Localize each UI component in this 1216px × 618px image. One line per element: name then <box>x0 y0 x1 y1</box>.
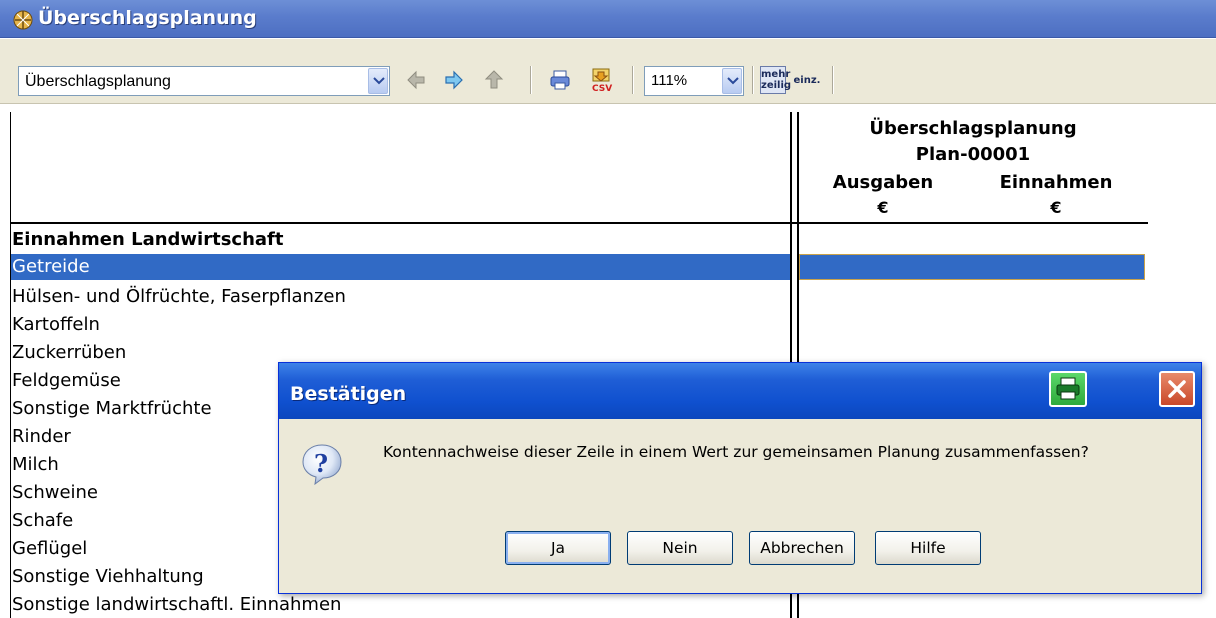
table-row[interactable]: Schweine <box>12 479 98 507</box>
chevron-down-icon <box>373 77 385 85</box>
section-heading: Einnahmen Landwirtschaft <box>12 229 284 250</box>
single-line-toggle-button[interactable]: einz. <box>790 66 824 94</box>
view-select-dropdown-button[interactable] <box>368 68 388 94</box>
toolbar-strip <box>0 39 1216 58</box>
currency-expenses: € <box>877 198 889 217</box>
help-button-label: Hilfe <box>910 539 946 557</box>
table-row[interactable]: Sonstige Marktfrüchte <box>12 395 212 423</box>
zoom-dropdown-button[interactable] <box>722 68 742 94</box>
back-arrow-icon[interactable] <box>404 68 428 92</box>
table-row[interactable]: Sonstige landwirtschaftl. Einnahmen <box>12 591 341 618</box>
no-button-label: Nein <box>662 539 698 557</box>
report-left-border <box>10 112 11 618</box>
svg-text:?: ? <box>314 449 328 478</box>
selected-row-values-highlight <box>799 254 1145 280</box>
yes-button[interactable]: Ja <box>505 531 611 565</box>
dialog-message: Kontennachweise dieser Zeile in einem We… <box>383 443 1089 461</box>
dialog-title: Bestätigen <box>290 383 407 405</box>
table-row[interactable]: Rinder <box>12 423 71 451</box>
window-title-bar: Überschlagsplanung <box>0 0 1216 38</box>
table-row[interactable]: Milch <box>12 451 59 479</box>
header-divider <box>10 222 1148 224</box>
table-row[interactable]: Geflügel <box>12 535 87 563</box>
zoom-value: 111% <box>651 72 688 89</box>
table-row[interactable]: Feldgemüse <box>12 367 121 395</box>
dialog-title-bar: Bestätigen <box>279 363 1201 419</box>
table-row[interactable]: Kartoffeln <box>12 311 100 339</box>
app-globe-icon <box>13 10 33 30</box>
table-row[interactable]: Sonstige Viehhaltung <box>12 563 204 591</box>
report-header-title: Überschlagsplanung <box>869 118 1077 139</box>
forward-arrow-icon[interactable] <box>442 68 466 92</box>
printer-icon <box>1056 377 1080 400</box>
currency-income: € <box>1050 198 1062 217</box>
svg-text:CSV: CSV <box>592 84 612 92</box>
multi-line-label-bottom: zeilig <box>761 80 792 91</box>
question-icon: ? <box>302 444 342 485</box>
table-row[interactable]: Zuckerrüben <box>12 339 126 367</box>
toolbar-separator <box>832 66 834 94</box>
toolbar-separator <box>752 66 754 94</box>
table-row[interactable]: Hülsen- und Ölfrüchte, Faserpflanzen <box>12 283 346 311</box>
zoom-select[interactable]: 111% <box>644 66 744 96</box>
yes-button-label: Ja <box>550 539 566 557</box>
help-button[interactable]: Hilfe <box>875 531 981 565</box>
toolbar: Überschlagsplanung CSV 111% mehr zeilig … <box>0 58 1216 104</box>
table-row[interactable]: Schafe <box>12 507 73 535</box>
column-header-expenses: Ausgaben <box>832 172 934 193</box>
table-row[interactable]: Getreide <box>12 253 90 281</box>
window-title: Überschlagsplanung <box>38 7 257 29</box>
selected-row-highlight <box>11 254 790 280</box>
printer-icon[interactable] <box>548 68 572 92</box>
view-select[interactable]: Überschlagsplanung <box>18 66 390 96</box>
cancel-button[interactable]: Abbrechen <box>749 531 855 565</box>
cancel-button-label: Abbrechen <box>760 539 844 557</box>
view-select-value: Überschlagsplanung <box>25 73 171 90</box>
up-arrow-icon[interactable] <box>482 68 506 92</box>
dialog-print-button[interactable] <box>1049 371 1087 407</box>
toolbar-separator <box>632 66 634 94</box>
multi-line-label-top: mehr <box>761 69 791 80</box>
csv-export-icon[interactable]: CSV <box>590 68 614 92</box>
toolbar-separator <box>530 66 532 94</box>
chevron-down-icon <box>727 77 739 85</box>
no-button[interactable]: Nein <box>627 531 733 565</box>
column-header-income: Einnahmen <box>999 172 1113 193</box>
report-header-plan: Plan-00001 <box>915 144 1031 165</box>
dialog-close-button[interactable] <box>1159 371 1195 407</box>
multi-line-toggle-button[interactable]: mehr zeilig <box>760 66 792 94</box>
confirm-dialog: Bestätigen ? Kontennachweise dieser Zeil… <box>278 362 1202 594</box>
close-icon <box>1168 380 1186 398</box>
